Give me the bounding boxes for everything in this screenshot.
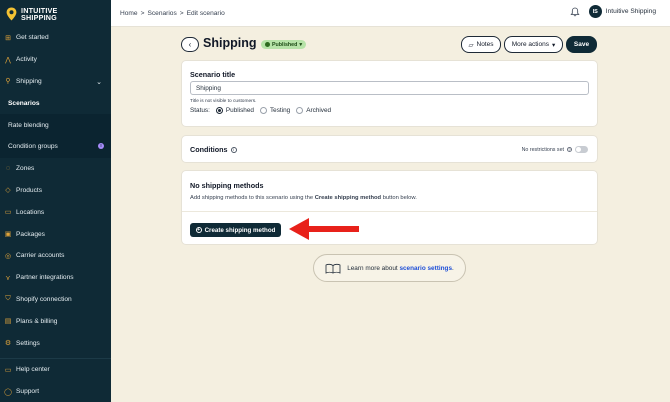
app-name: INTUITIVE SHIPPING: [21, 5, 58, 22]
carrier-icon: ◎: [4, 252, 12, 260]
conditions-restriction: No restrictions set ?: [522, 146, 588, 153]
logo-pin-icon: [6, 7, 17, 21]
zones-icon: ◌: [5, 165, 11, 173]
radio-checked-icon: [215, 107, 223, 114]
notes-button[interactable]: ▱ Notes: [461, 36, 501, 53]
status-radio-testing[interactable]: Testing: [259, 107, 290, 114]
shipping-icon: ⚲: [5, 78, 11, 86]
sidebar-item-activity[interactable]: ⋀ Activity: [0, 49, 111, 71]
back-button[interactable]: ‹: [181, 37, 199, 52]
page-title: Shipping: [203, 36, 257, 50]
locations-icon: ▭: [4, 209, 12, 217]
status-dot-icon: [265, 42, 270, 47]
breadcrumb-scenarios[interactable]: Scenarios: [147, 10, 176, 17]
topbar-actions: IS Intuitive Shipping: [570, 5, 656, 18]
partner-icon: ⋎: [5, 274, 11, 282]
book-icon: [325, 263, 341, 274]
scenario-title-hint: Title is not visible to customers.: [190, 99, 257, 104]
sidebar: INTUITIVE SHIPPING ⊞ Get started ⋀ Activ…: [0, 0, 111, 402]
save-button[interactable]: Save: [566, 36, 597, 53]
radio-unchecked-icon: [259, 107, 267, 114]
activity-icon: ⋀: [5, 56, 11, 64]
info-icon[interactable]: i: [230, 146, 237, 153]
breadcrumb: Home > Scenarios > Edit scenario: [120, 10, 225, 17]
scenario-title-heading: Scenario title: [190, 70, 236, 79]
packages-icon: ▣: [4, 231, 12, 239]
notes-icon: ▱: [468, 41, 474, 49]
topbar: Home > Scenarios > Edit scenario IS Intu…: [111, 0, 670, 27]
no-methods-heading: No shipping methods: [190, 181, 264, 190]
sidebar-item-scenarios[interactable]: Scenarios: [0, 92, 111, 115]
bolt-icon: ⊞: [5, 34, 11, 42]
scenario-title-card: Scenario title Shipping Title is not vis…: [181, 60, 598, 127]
breadcrumb-separator: >: [140, 9, 145, 17]
conditions-heading: Conditions i: [190, 145, 237, 154]
app-logo[interactable]: INTUITIVE SHIPPING: [0, 0, 111, 28]
sidebar-item-help-center[interactable]: ▭ Help center: [0, 359, 111, 381]
plus-circle-icon: +: [195, 227, 202, 233]
sidebar-item-plans-billing[interactable]: ▤ Plans & billing: [0, 310, 111, 332]
sidebar-item-get-started[interactable]: ⊞ Get started: [0, 27, 111, 49]
sidebar-item-products[interactable]: ◇ Products: [0, 180, 111, 202]
create-shipping-method-button[interactable]: + Create shipping method: [190, 223, 281, 237]
sidebar-item-shipping[interactable]: ⚲ Shipping ⌄: [0, 71, 111, 93]
sidebar-nav: ⊞ Get started ⋀ Activity ⚲ Shipping ⌄ Sc…: [0, 27, 111, 354]
user-name: Intuitive Shipping: [605, 8, 656, 15]
sidebar-item-shopify-connection[interactable]: ⛉ Shopify connection: [0, 289, 111, 311]
learn-more-text: Learn more about scenario settings.: [347, 264, 454, 272]
status-badge[interactable]: Published ▾: [261, 40, 306, 49]
status-radio-archived[interactable]: Archived: [296, 107, 331, 114]
products-icon: ◇: [5, 187, 11, 195]
breadcrumb-home[interactable]: Home: [120, 10, 138, 17]
help-icon: ▭: [4, 366, 12, 374]
learn-more-pill[interactable]: Learn more about scenario settings.: [313, 254, 466, 282]
support-icon: ◯: [4, 388, 12, 396]
condition-groups-badge: !: [98, 142, 104, 149]
sidebar-item-zones[interactable]: ◌ Zones: [0, 158, 111, 180]
chevron-down-icon: ▾: [299, 41, 302, 48]
billing-icon: ▤: [4, 318, 12, 326]
bell-icon[interactable]: [570, 7, 580, 17]
sidebar-item-support[interactable]: ◯ Support: [0, 381, 111, 402]
breadcrumb-current: Edit scenario: [186, 9, 225, 17]
avatar: IS: [588, 5, 602, 18]
card-divider: [182, 211, 597, 212]
sidebar-item-rate-blending[interactable]: Rate blending: [0, 114, 111, 136]
sidebar-item-carrier-accounts[interactable]: ◎ Carrier accounts: [0, 245, 111, 267]
gear-icon: ⚙: [4, 340, 12, 348]
more-actions-button[interactable]: More actions ▾: [504, 36, 563, 53]
restrictions-toggle[interactable]: [575, 146, 588, 153]
scenario-settings-link[interactable]: scenario settings: [399, 265, 452, 272]
radio-unchecked-icon: [296, 107, 304, 114]
sidebar-bottom: ▭ Help center ◯ Support: [0, 358, 111, 402]
shipping-methods-card: No shipping methods Add shipping methods…: [181, 170, 598, 245]
no-methods-description: Add shipping methods to this scenario us…: [190, 195, 417, 201]
sidebar-item-partner-integrations[interactable]: ⋎ Partner integrations: [0, 267, 111, 289]
sidebar-item-locations[interactable]: ▭ Locations: [0, 201, 111, 223]
chevron-left-icon: ‹: [188, 40, 192, 49]
user-menu[interactable]: IS Intuitive Shipping: [588, 5, 656, 18]
sidebar-item-settings[interactable]: ⚙ Settings: [0, 332, 111, 354]
sidebar-item-condition-groups[interactable]: Condition groups !: [0, 135, 111, 158]
red-arrow-annotation: [289, 218, 359, 240]
help-circle-icon: ?: [567, 147, 572, 152]
conditions-card: Conditions i No restrictions set ?: [181, 135, 598, 163]
chevron-down-icon: ⌄: [96, 78, 102, 86]
sidebar-item-packages[interactable]: ▣ Packages: [0, 223, 111, 245]
status-radio-group: Status: Published Testing Archived: [190, 107, 331, 114]
scenario-title-input[interactable]: Shipping: [190, 81, 589, 95]
shopify-icon: ⛉: [5, 295, 11, 303]
breadcrumb-separator: >: [179, 9, 184, 17]
status-radio-published[interactable]: Published: [215, 107, 254, 114]
status-label: Status:: [190, 107, 210, 114]
chevron-down-icon: ▾: [551, 41, 556, 49]
